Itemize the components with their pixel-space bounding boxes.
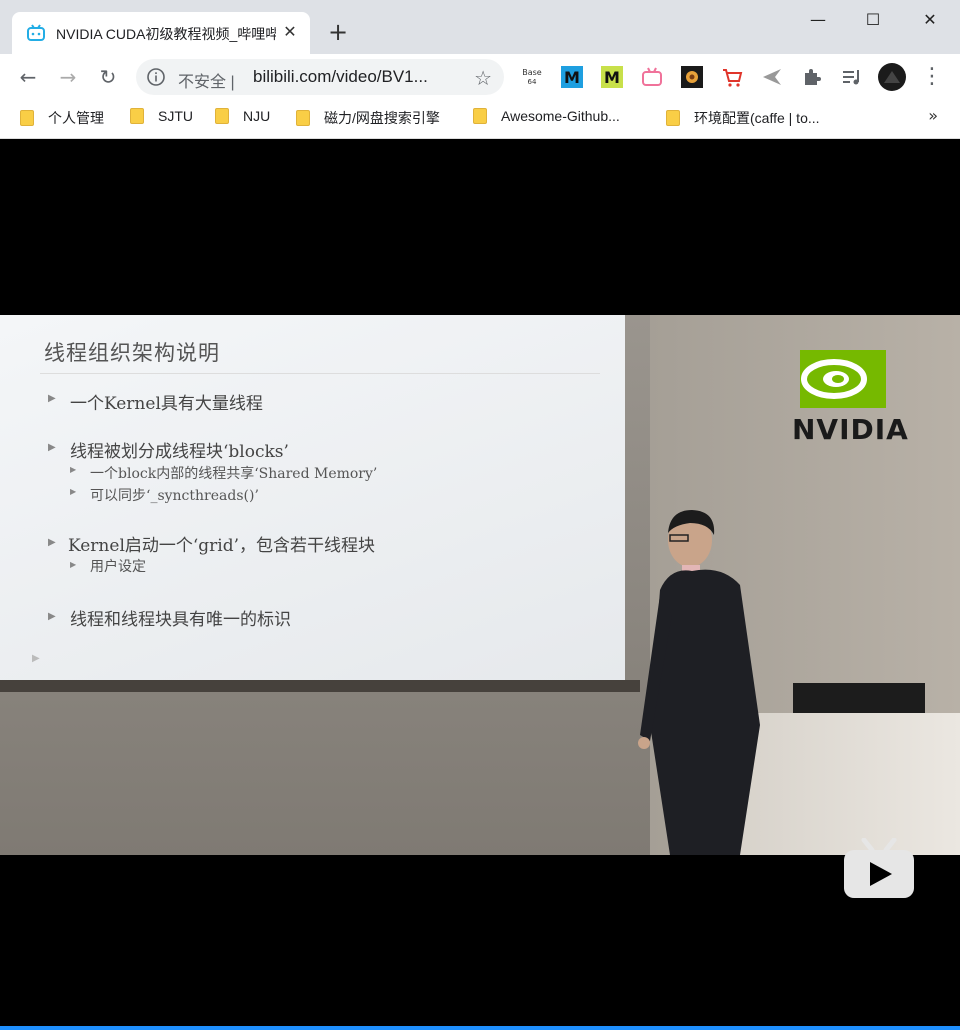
browser-toolbar: ← → ↻ 不安全 | bilibili.com/video/BV1... ☆ … [0,54,960,100]
bookmark-folder[interactable]: 环境配置(caffe | to... [666,108,820,130]
projected-slide: 线程组织架构说明 ▶ 一个Kernel具有大量线程 ▶ 线程被划分成线程块‘bl… [0,315,625,680]
bookmark-label: 个人管理 [48,110,104,126]
folder-icon [473,108,487,124]
bullet-arrow-icon: ▶ [70,487,77,496]
bookmark-label: 磁力/网盘搜索引擎 [324,110,440,126]
slide-bullet: Kernel启动一个‘grid’，包含若干线程块 [68,536,376,556]
browser-tab[interactable]: NVIDIA CUDA初级教程视频_哔哩哔哩 ✕ [12,12,310,54]
forward-button[interactable]: → [56,65,80,89]
bullet-arrow-icon: ▶ [48,537,56,548]
slide-subbullet: 一个block内部的线程共享‘Shared Memory’ [90,466,378,482]
maximize-button[interactable]: ☐ [858,10,888,30]
bookmark-folder[interactable]: Awesome-Github... [473,108,620,130]
slide-bullet: 一个Kernel具有大量线程 [70,394,263,414]
folder-icon [130,108,144,124]
address-bar[interactable]: 不安全 | bilibili.com/video/BV1... ☆ [136,59,504,95]
bullet-arrow-icon: ▶ [48,393,56,404]
slide-subbullet: 可以同步‘_syncthreads()’ [90,488,259,504]
puzzle-icon[interactable] [800,65,824,89]
svg-text:M: M [604,68,620,87]
video-player[interactable]: 线程组织架构说明 ▶ 一个Kernel具有大量线程 ▶ 线程被划分成线程块‘bl… [0,140,960,1028]
svg-text:Base: Base [522,68,542,77]
bookmark-label: SJTU [158,108,193,124]
m-green-icon[interactable]: M [600,65,624,89]
svg-text:64: 64 [528,78,537,86]
tab-title: NVIDIA CUDA初级教程视频_哔哩哔哩 [56,26,276,42]
slide-subbullet: 用户设定 [90,559,146,575]
bullet-arrow-icon: ▶ [70,465,77,474]
back-button[interactable]: ← [16,65,40,89]
bookmark-folder[interactable]: NJU [215,108,270,130]
reload-button[interactable]: ↻ [96,65,120,89]
bullet-arrow-icon: ▶ [48,611,56,622]
tv-pink-icon[interactable] [640,65,664,89]
slide-rule [40,373,600,374]
slide-bullet: 线程和线程块具有唯一的标识 [70,610,291,630]
bookmark-label: NJU [243,108,271,124]
minimize-button[interactable]: — [803,10,833,30]
folder-icon [20,110,34,126]
close-window-button[interactable]: ✕ [915,10,945,30]
tab-close-icon[interactable]: ✕ [280,22,300,42]
cart-icon[interactable] [720,65,744,89]
avatar-icon[interactable] [878,63,906,91]
base64-icon[interactable]: Base 64 [520,65,544,89]
svg-text:M: M [564,68,580,87]
bilibili-play-icon[interactable] [842,838,916,902]
url-text[interactable]: bilibili.com/video/BV1... [253,67,428,87]
m-blue-icon[interactable]: M [560,65,584,89]
video-progress-bar[interactable] [0,1026,960,1030]
folder-icon [215,108,229,124]
playlist-icon[interactable] [840,65,864,89]
chrome-menu-button[interactable]: ⋮ [920,65,944,89]
new-tab-button[interactable]: + [326,20,350,44]
bookmark-folder[interactable]: 磁力/网盘搜索引擎 [296,108,440,130]
flower-icon[interactable] [680,65,704,89]
bookmarks-overflow-button[interactable]: » [928,106,938,125]
bird-icon[interactable] [760,65,784,89]
bilibili-icon [27,24,45,41]
bullet-arrow-icon: ▶ [48,442,56,453]
bookmark-folder[interactable]: 个人管理 [20,108,104,130]
presenter [638,510,760,855]
bullet-arrow-icon: ▶ [70,560,77,569]
title-bar: NVIDIA CUDA初级教程视频_哔哩哔哩 ✕ + — ☐ ✕ [0,0,960,54]
security-label: 不安全 | [178,74,235,91]
slide-title: 线程组织架构说明 [44,341,220,365]
bookmark-folder[interactable]: SJTU [130,108,193,130]
info-icon[interactable] [146,67,166,87]
bookmark-star-icon[interactable]: ☆ [474,66,492,90]
video-frame: 线程组织架构说明 ▶ 一个Kernel具有大量线程 ▶ 线程被划分成线程块‘bl… [0,315,960,855]
nvidia-wordmark: NVIDIA [792,413,909,446]
slide-bullet: 线程被划分成线程块‘blocks’ [70,442,289,462]
folder-icon [296,110,310,126]
bookmarks-bar: 个人管理 SJTU NJU 磁力/网盘搜索引擎 Awesome-Github..… [0,100,960,139]
folder-icon [666,110,680,126]
bookmark-label: 环境配置(caffe | to... [694,110,820,126]
slide-nav-arrow-icon: ▶ [32,653,40,664]
bookmark-label: Awesome-Github... [501,108,620,124]
screen-housing [0,680,640,692]
nvidia-eye-logo [800,350,886,408]
